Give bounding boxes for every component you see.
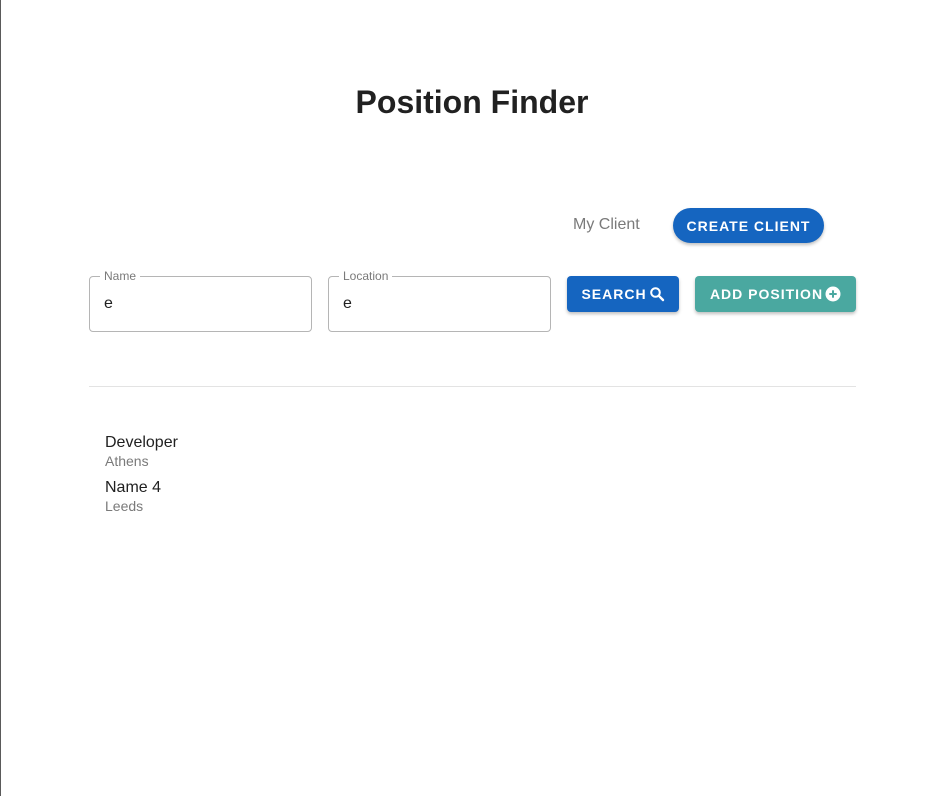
position-title: Developer — [105, 434, 178, 451]
position-location: Leeds — [105, 498, 144, 514]
location-field-label: Location — [339, 269, 393, 283]
add-position-label: ADD POSITION — [709, 286, 824, 302]
search-button-label: SEARCH — [581, 286, 647, 302]
name-field-label: Name — [100, 269, 141, 283]
search-button[interactable]: SEARCH — [567, 276, 679, 312]
location-field[interactable]: Location — [328, 269, 551, 332]
position-location: Athens — [105, 453, 149, 469]
list-item[interactable]: Developer Athens — [105, 433, 178, 470]
position-title: Name 4 — [105, 479, 162, 496]
search-icon — [649, 286, 665, 302]
my-client-link[interactable]: My Client — [573, 216, 640, 234]
app-window: Position Finder My Client CREATE CLIENT … — [0, 0, 942, 796]
name-field[interactable]: Name — [89, 269, 312, 332]
divider — [89, 386, 856, 387]
position-list: Developer Athens Name 4 Leeds — [105, 433, 178, 523]
location-input[interactable] — [343, 295, 533, 313]
page-title: Position Finder — [355, 84, 589, 120]
add-circle-icon — [825, 286, 841, 302]
add-position-button[interactable]: ADD POSITION — [695, 276, 856, 312]
list-item[interactable]: Name 4 Leeds — [105, 478, 178, 515]
create-client-button[interactable]: CREATE CLIENT — [673, 208, 824, 243]
name-input[interactable] — [104, 295, 294, 313]
create-client-label: CREATE CLIENT — [686, 217, 811, 234]
